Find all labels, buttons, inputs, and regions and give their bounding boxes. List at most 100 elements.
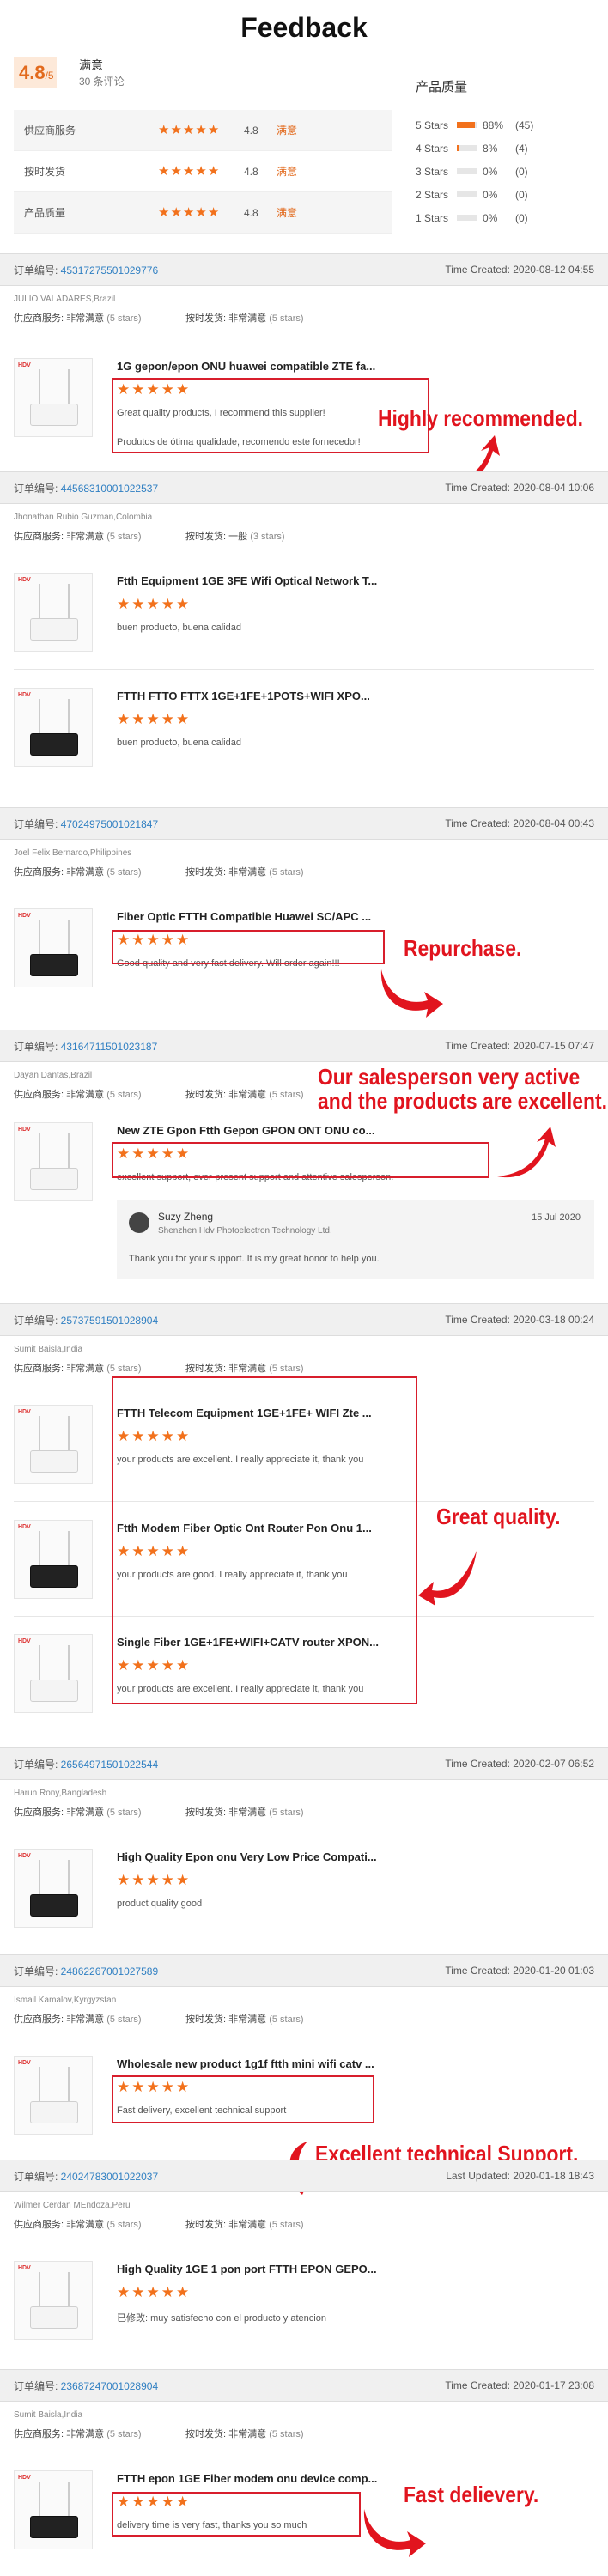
star-icon: ★ <box>131 1872 145 1888</box>
order-number-link[interactable]: 47024975001021847 <box>61 818 158 830</box>
highlight-box <box>112 1142 489 1178</box>
rating-value: 4.8 <box>244 165 258 178</box>
rating-value: 4.8 <box>244 206 258 219</box>
router-device-icon <box>30 1680 78 1702</box>
order-time: Time Created: 2020-01-20 01:03 <box>445 1965 594 1977</box>
buyer-name: Wilmer Cerdan MEndoza,Peru <box>14 2201 131 2210</box>
antenna-icon <box>68 2482 70 2519</box>
product-title-link[interactable]: Fiber Optic FTTH Compatible Huawei SC/AP… <box>117 910 371 923</box>
review-count: 30 条评论 <box>79 76 125 88</box>
product-thumbnail[interactable]: HDV <box>14 2056 93 2135</box>
star-icon: ★ <box>131 2284 145 2300</box>
highlight-box <box>112 930 385 964</box>
antenna-icon <box>39 369 40 407</box>
rating-summary-table: 供应商服务 ★ ★ ★ ★ ★ 4.8 满意 按时发货 ★ ★ ★ ★ ★ 4.8 满意 产品质… <box>14 110 392 234</box>
review-item: HDV Ftth Equipment 1GE 3FE Wifi Optical … <box>14 573 594 667</box>
buyer-name: Harun Rony,Bangladesh <box>14 1789 107 1798</box>
order-number-link[interactable]: 25737591501028904 <box>61 1315 158 1327</box>
red-curved-arrow-icon <box>497 1127 556 1178</box>
order-number-link[interactable]: 43164711501023187 <box>61 1041 158 1053</box>
order-number: 订单编号: 43164711501023187 <box>14 1040 158 1053</box>
product-thumbnail[interactable]: HDV <box>14 358 93 437</box>
item-divider <box>14 669 594 670</box>
star-icon: ★ <box>161 1872 174 1888</box>
order-block: 订单编号: 45317275501029776 Time Created: 20… <box>0 253 608 324</box>
product-thumbnail[interactable]: HDV <box>14 688 93 767</box>
product-thumbnail[interactable]: HDV <box>14 573 93 652</box>
antenna-icon <box>68 1860 70 1898</box>
annotation-callout: Our salesperson very active and the produ… <box>318 1064 607 1115</box>
annotation-callout: Fast delievery. <box>404 2482 539 2507</box>
order-number: 订单编号: 44568310001022537 <box>14 482 159 495</box>
brand-logo-icon: HDV <box>18 362 31 368</box>
brand-logo-icon: HDV <box>18 2475 31 2481</box>
product-title-link[interactable]: High Quality Epon onu Very Low Price Com… <box>117 1850 377 1863</box>
router-device-icon <box>30 2516 78 2538</box>
service-ratings: 供应商服务: 非常满意 (5 stars) 按时发货: 非常满意 (5 star… <box>14 2220 304 2230</box>
product-thumbnail[interactable]: HDV <box>14 2261 93 2340</box>
star-icon: ★ <box>170 123 182 137</box>
product-thumbnail[interactable]: HDV <box>14 1520 93 1599</box>
order-number-link[interactable]: 24862267001027589 <box>61 1965 158 1978</box>
distribution-bar-fill <box>457 145 459 151</box>
router-device-icon <box>30 954 78 976</box>
order-number-link[interactable]: 26564971501022544 <box>61 1759 158 1771</box>
star-icon: ★ <box>182 205 195 220</box>
distribution-bar <box>457 191 477 197</box>
star-icon: ★ <box>195 205 207 220</box>
product-title-link[interactable]: FTTH FTTO FTTX 1GE+1FE+1POTS+WIFI XPO... <box>117 690 370 702</box>
buyer-name: Joel Felix Bernardo,Philippines <box>14 848 132 858</box>
antenna-icon <box>39 1645 40 1683</box>
antenna-icon <box>68 2272 70 2310</box>
buyer-name: JULIO VALADARES,Brazil <box>14 295 116 304</box>
product-thumbnail[interactable]: HDV <box>14 1634 93 1713</box>
product-title-link[interactable]: High Quality 1GE 1 pon port FTTH EPON GE… <box>117 2263 377 2275</box>
distribution-row: 3 Stars 0% (0) <box>416 165 528 178</box>
buyer-name: Jhonathan Rubio Guzman,Colombia <box>14 513 153 522</box>
rating-row: 按时发货 ★ ★ ★ ★ ★ 4.8 满意 <box>14 151 392 192</box>
order-time: Time Created: 2020-01-17 23:08 <box>445 2379 594 2391</box>
product-thumbnail[interactable]: HDV <box>14 908 93 987</box>
distribution-bar <box>457 122 477 128</box>
product-thumbnail[interactable]: HDV <box>14 2470 93 2549</box>
distribution-row: 5 Stars 88% (45) <box>416 118 534 131</box>
distribution-bar <box>457 145 477 151</box>
order-number: 订单编号: 45317275501029776 <box>14 264 159 276</box>
order-number-link[interactable]: 23687247001028904 <box>61 2380 158 2392</box>
star-distribution: 5 Stars 88% (45) 4 Stars 8% (4) 3 Stars 0% (0)… <box>416 113 596 229</box>
order-header: 订单编号: 23687247001028904 Time Created: 20… <box>0 2369 608 2402</box>
router-device-icon <box>30 2306 78 2329</box>
product-thumbnail[interactable]: HDV <box>14 1405 93 1484</box>
product-title-link[interactable]: Ftth Equipment 1GE 3FE Wifi Optical Netw… <box>117 574 377 587</box>
product-title-link[interactable]: New ZTE Gpon Ftth Gepon GPON ONT ONU co.… <box>117 1124 374 1137</box>
product-title-link[interactable]: FTTH epon 1GE Fiber modem onu device com… <box>117 2472 377 2485</box>
order-block: 订单编号: 26564971501022544 Time Created: 20… <box>0 1747 608 1818</box>
product-title-link[interactable]: Wholesale new product 1g1f ftth mini wif… <box>117 2057 374 2070</box>
rating-value: 4.8 <box>244 124 258 137</box>
satisfaction-label: 满意 <box>79 58 103 72</box>
red-curved-arrow-icon <box>380 969 443 1018</box>
order-number: 订单编号: 25737591501028904 <box>14 1314 159 1327</box>
star-icon: ★ <box>195 123 207 137</box>
product-thumbnail[interactable]: HDV <box>14 1849 93 1928</box>
brand-logo-icon: HDV <box>18 692 31 698</box>
review-comment: product quality good <box>117 1899 203 1909</box>
review-item: HDV High Quality Epon onu Very Low Price… <box>14 1849 594 1943</box>
rating-row: 供应商服务 ★ ★ ★ ★ ★ 4.8 满意 <box>14 110 392 151</box>
distribution-bar <box>457 168 477 174</box>
star-icon: ★ <box>207 123 220 137</box>
order-number-link[interactable]: 45317275501029776 <box>61 264 158 276</box>
router-device-icon <box>30 733 78 756</box>
review-comment: buen producto, buena calidad <box>117 738 241 748</box>
brand-logo-icon: HDV <box>18 1524 31 1530</box>
brand-logo-icon: HDV <box>18 1853 31 1859</box>
product-title-link[interactable]: 1G gepon/epon ONU huawei compatible ZTE … <box>117 360 375 373</box>
star-icon: ★ <box>117 2284 131 2300</box>
avatar <box>129 1212 149 1233</box>
service-ratings: 供应商服务: 非常满意 (5 stars) 按时发货: 一般 (3 stars) <box>14 532 285 542</box>
star-icon: ★ <box>117 711 131 727</box>
star-icon: ★ <box>131 711 145 727</box>
product-thumbnail[interactable]: HDV <box>14 1122 93 1201</box>
order-number-link[interactable]: 44568310001022537 <box>61 483 158 495</box>
order-number-link[interactable]: 24024783001022037 <box>61 2171 158 2183</box>
